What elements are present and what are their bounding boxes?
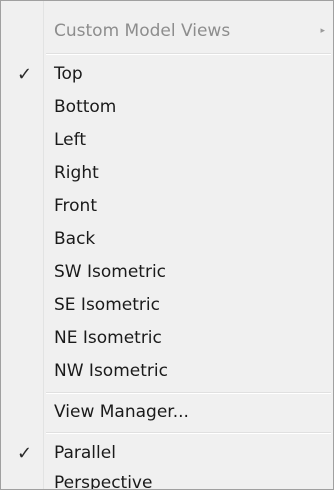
menu-separator bbox=[46, 392, 331, 394]
menu-item-label: Top bbox=[54, 64, 83, 84]
menu-item-label: SE Isometric bbox=[54, 295, 160, 315]
menu-item-se-isometric[interactable]: SE Isometric bbox=[1, 289, 333, 322]
menu-item-label: NE Isometric bbox=[54, 328, 162, 348]
menu-item-bottom[interactable]: Bottom bbox=[1, 91, 333, 124]
menu-separator bbox=[46, 53, 331, 55]
menu-item-label: Front bbox=[54, 196, 97, 216]
submenu-arrow-icon: ▸ bbox=[320, 26, 325, 36]
menu-item-custom-model-views: Custom Model Views ▸ bbox=[1, 15, 333, 48]
menu-item-right[interactable]: Right bbox=[1, 157, 333, 190]
menu-item-label: SW Isometric bbox=[54, 262, 167, 282]
menu-item-label: Custom Model Views bbox=[54, 21, 231, 41]
menu-item-label: Right bbox=[54, 163, 99, 183]
context-menu: Custom Model Views ▸ ✓ Top Bottom Left R… bbox=[0, 0, 334, 490]
menu-item-label: Back bbox=[54, 229, 96, 249]
menu-item-parallel[interactable]: ✓ Parallel bbox=[1, 437, 333, 470]
menu-item-label: Bottom bbox=[54, 97, 117, 117]
menu-item-label: Parallel bbox=[54, 443, 116, 463]
menu-item-ne-isometric[interactable]: NE Isometric bbox=[1, 322, 333, 355]
menu-item-top[interactable]: ✓ Top bbox=[1, 58, 333, 91]
menu-item-label: View Manager... bbox=[54, 402, 189, 422]
menu-item-front[interactable]: Front bbox=[1, 190, 333, 223]
menu-item-left[interactable]: Left bbox=[1, 124, 333, 157]
menu-item-label: NW Isometric bbox=[54, 361, 168, 381]
menu-item-back[interactable]: Back bbox=[1, 223, 333, 256]
menu-item-view-manager[interactable]: View Manager... bbox=[1, 396, 333, 429]
menu-item-label: Perspective bbox=[54, 473, 153, 490]
menu-item-perspective[interactable]: Perspective bbox=[1, 467, 333, 490]
menu-item-sw-isometric[interactable]: SW Isometric bbox=[1, 256, 333, 289]
menu-item-label: Left bbox=[54, 130, 86, 150]
menu-item-nw-isometric[interactable]: NW Isometric bbox=[1, 355, 333, 388]
checkmark-icon: ✓ bbox=[17, 443, 33, 464]
checkmark-icon: ✓ bbox=[17, 64, 33, 85]
menu-separator bbox=[46, 432, 331, 434]
